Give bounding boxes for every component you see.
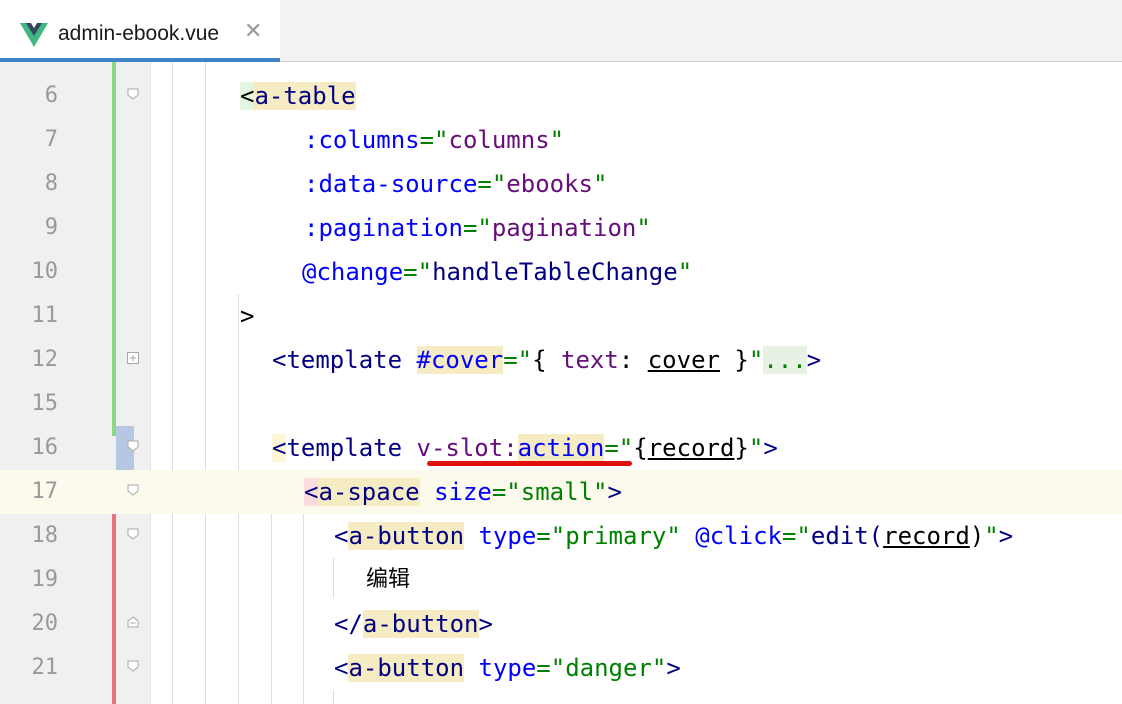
code-text: :data-source="ebooks" xyxy=(304,170,608,198)
code-text: :pagination="pagination" xyxy=(304,214,651,242)
code-line-11[interactable]: 11 > xyxy=(0,294,1122,338)
code-line-6[interactable]: 6 <a-table xyxy=(0,74,1122,118)
collapse-fold-icon[interactable] xyxy=(127,616,139,628)
line-number: 11 xyxy=(31,303,59,328)
expand-fold-icon[interactable] xyxy=(127,352,139,364)
code-text: <a-button type="primary" @click="edit(re… xyxy=(334,522,1014,550)
code-text: :columns="columns" xyxy=(304,126,565,154)
vue-logo-icon xyxy=(20,23,48,47)
code-text: <a-button type="danger"> xyxy=(334,654,681,682)
red-underline-annotation xyxy=(427,461,632,466)
code-line-9[interactable]: 9 :pagination="pagination" xyxy=(0,206,1122,250)
fold-marker-icon[interactable] xyxy=(127,660,139,672)
code-line-17[interactable]: 17 <a-space size="small"> xyxy=(0,470,1122,514)
line-number: 17 xyxy=(31,479,59,504)
code-text: <a-table xyxy=(240,82,356,110)
code-line-8[interactable]: 8 :data-source="ebooks" xyxy=(0,162,1122,206)
line-number: 19 xyxy=(31,567,59,592)
code-line-12[interactable]: 12 <template #cover="{ text: cover }"...… xyxy=(0,338,1122,382)
fold-marker-icon[interactable] xyxy=(127,528,139,540)
tab-title: admin-ebook.vue xyxy=(58,22,220,45)
code-text: <a-space size="small"> xyxy=(304,478,622,506)
code-line-15[interactable]: 15 xyxy=(0,382,1122,426)
editor-tab-bar: admin-ebook.vue ✕ xyxy=(0,0,1122,62)
code-line-21[interactable]: 21 <a-button type="danger"> xyxy=(0,646,1122,690)
code-line-7[interactable]: 7 :columns="columns" xyxy=(0,118,1122,162)
line-number: 10 xyxy=(31,259,59,284)
code-text: 编辑 xyxy=(366,567,411,592)
code-text: @change="handleTableChange" xyxy=(302,258,693,286)
line-number: 7 xyxy=(44,127,58,152)
line-number: 6 xyxy=(44,83,58,108)
code-line-20[interactable]: 20 </a-button> xyxy=(0,602,1122,646)
line-number: 12 xyxy=(31,347,59,372)
line-number: 21 xyxy=(31,655,59,680)
fold-marker-icon[interactable] xyxy=(127,88,139,100)
collapsed-region: ... xyxy=(763,346,807,374)
fold-marker-icon[interactable] xyxy=(127,484,139,496)
line-number: 16 xyxy=(31,435,59,460)
code-editor[interactable]: 6 <a-table 7 :columns="columns" 8 :data-… xyxy=(0,62,1122,704)
line-number: 9 xyxy=(44,215,58,240)
line-number: 8 xyxy=(44,171,58,196)
code-line-18[interactable]: 18 <a-button type="primary" @click="edit… xyxy=(0,514,1122,558)
tab-admin-ebook-vue[interactable]: admin-ebook.vue ✕ xyxy=(0,0,280,62)
indent-guide xyxy=(333,690,334,704)
close-tab-icon[interactable]: ✕ xyxy=(244,20,262,44)
line-number: 18 xyxy=(31,523,59,548)
code-text: > xyxy=(240,302,255,330)
code-text: </a-button> xyxy=(334,610,493,638)
fold-marker-icon[interactable] xyxy=(127,440,139,452)
code-text: <template v-slot:action="{record}"> xyxy=(272,434,778,462)
code-line-10[interactable]: 10 @change="handleTableChange" xyxy=(0,250,1122,294)
code-text: <template #cover="{ text: cover }"...> xyxy=(272,346,822,374)
line-number: 15 xyxy=(31,391,59,416)
line-number: 20 xyxy=(31,611,59,636)
code-line-19[interactable]: 19 编辑 xyxy=(0,558,1122,602)
